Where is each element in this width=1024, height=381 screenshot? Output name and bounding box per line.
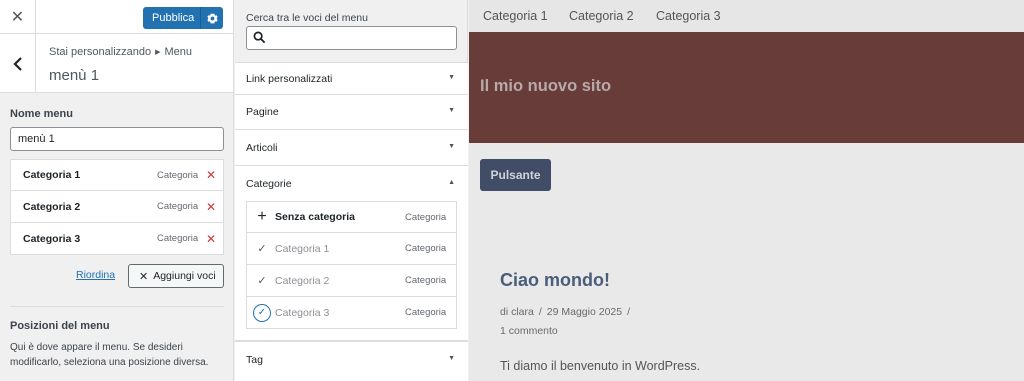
post-excerpt: Ti diamo il benvenuto in WordPress. — [500, 359, 701, 373]
publish-label: Pubblica — [152, 12, 195, 24]
section-posts[interactable]: Articoli ▼ — [235, 129, 468, 165]
available-items-panel: Cerca tra le voci del menu Link personal… — [235, 0, 468, 381]
customizer-sidebar: ✕ Pubblica Stai personalizzando ▶ Menu men… — [0, 0, 234, 381]
menu-item-title: Categoria 2 — [23, 200, 81, 213]
available-item[interactable]: ✓ Categoria 1 Categoria — [246, 233, 457, 265]
site-title[interactable]: Il mio nuovo sito — [480, 77, 611, 96]
menu-item-title: Categoria 3 — [23, 232, 81, 245]
separator: / — [538, 306, 542, 318]
menu-item-type: Categoria — [157, 233, 199, 244]
breadcrumb-section: Menu — [164, 46, 193, 58]
caret-down-icon: ▼ — [448, 143, 455, 150]
section-pages[interactable]: Pagine ▼ — [235, 94, 468, 129]
section-tags[interactable]: Tag ▼ — [235, 341, 468, 381]
remove-icon[interactable]: ✕ — [206, 232, 216, 246]
available-item-type: Categoria — [405, 275, 447, 286]
customizer-header: ✕ Pubblica — [0, 0, 233, 34]
caret-right-icon: ▶ — [155, 49, 161, 56]
section-custom-links[interactable]: Link personalizzati ▼ — [235, 62, 468, 94]
close-icon[interactable]: ✕ — [0, 0, 36, 34]
caret-down-icon: ▼ — [448, 355, 455, 362]
checkmark-icon: ✓ — [257, 275, 267, 287]
section-title: Articoli — [246, 142, 278, 154]
plus-icon: + — [257, 208, 267, 225]
menu-name-label: Nome menu — [10, 108, 73, 120]
menu-name-input[interactable] — [10, 127, 224, 151]
menu-item-type: Categoria — [157, 169, 199, 181]
available-item-title: Categoria 1 — [275, 242, 330, 255]
caret-up-icon[interactable]: ▲ — [448, 179, 455, 186]
checkmark-circle-icon: ✓ — [253, 303, 271, 322]
section-title[interactable]: Categorie — [246, 178, 292, 190]
section-title: Tag — [246, 354, 263, 366]
remove-icon[interactable]: ✕ — [206, 200, 216, 214]
publish-button[interactable]: Pubblica — [143, 7, 223, 29]
caret-down-icon: ▼ — [448, 74, 455, 81]
close-icon: ✕ — [139, 270, 149, 283]
search-input[interactable] — [246, 26, 457, 50]
post-date[interactable]: 29 Maggio 2025 — [547, 306, 622, 318]
available-item-title: Senza categoria — [275, 211, 355, 223]
section-title: Link personalizzati — [246, 73, 333, 85]
nav-link[interactable]: Categoria 3 — [656, 9, 721, 23]
available-item-type: Categoria — [405, 243, 447, 254]
post-comments-link[interactable]: 1 commento — [500, 325, 558, 337]
panel-header: Stai personalizzando ▶ Menu menù 1 — [0, 34, 233, 93]
menu-item[interactable]: Categoria 2 Categoria ✕ — [10, 191, 224, 223]
breadcrumb-prefix: Stai personalizzando — [49, 46, 152, 58]
add-items-label: Aggiungi voci — [153, 270, 216, 282]
panel-title: menù 1 — [49, 67, 100, 84]
menu-item-type: Categoria — [157, 201, 199, 212]
available-item[interactable]: ✓ Categoria 3 Categoria — [246, 297, 457, 329]
site-preview: Categoria 1 Categoria 2 Categoria 3 Il m… — [469, 0, 1024, 381]
remove-icon[interactable]: ✕ — [206, 168, 216, 182]
post-meta: di clara / 29 Maggio 2025 / — [500, 306, 635, 318]
menu-locations-title: Posizioni del menu — [10, 320, 110, 332]
nav-link[interactable]: Categoria 2 — [569, 9, 634, 23]
breadcrumb: Stai personalizzando ▶ Menu — [49, 46, 192, 58]
gear-icon[interactable] — [200, 7, 223, 29]
site-header-banner: Il mio nuovo sito — [469, 32, 1024, 143]
available-item[interactable]: ✓ Categoria 2 Categoria — [246, 265, 457, 297]
category-items-list: + Senza categoria Categoria ✓ Categoria … — [246, 201, 457, 329]
divider — [10, 306, 224, 307]
menu-item[interactable]: Categoria 1 Categoria ✕ — [10, 159, 224, 191]
available-item-title: Categoria 3 — [275, 306, 330, 319]
separator: / — [627, 306, 631, 318]
search-icon — [253, 31, 266, 47]
caret-down-icon: ▼ — [448, 107, 455, 114]
available-item-type: Categoria — [405, 211, 447, 223]
available-item-type: Categoria — [405, 307, 447, 318]
site-navigation: Categoria 1 Categoria 2 Categoria 3 — [469, 0, 1024, 32]
cta-button[interactable]: Pulsante — [480, 159, 551, 191]
nav-link[interactable]: Categoria 1 — [483, 9, 548, 23]
menu-item[interactable]: Categoria 3 Categoria ✕ — [10, 223, 224, 255]
available-item-title: Categoria 2 — [275, 274, 330, 287]
section-title: Pagine — [246, 106, 279, 118]
add-items-button[interactable]: ✕ Aggiungi voci — [128, 264, 224, 288]
menu-items-list: Categoria 1 Categoria ✕ Categoria 2 Cate… — [10, 159, 224, 255]
menu-item-title: Categoria 1 — [23, 169, 81, 181]
menu-locations-description: Qui è dove appare il menu. Se desideri m… — [10, 342, 209, 368]
available-item[interactable]: + Senza categoria Categoria — [246, 201, 457, 233]
chevron-left-icon[interactable] — [0, 34, 36, 93]
search-label: Cerca tra le voci del menu — [246, 12, 368, 24]
post-author[interactable]: di clara — [500, 306, 534, 318]
reorder-link[interactable]: Riordina — [76, 269, 115, 281]
checkmark-icon: ✓ — [257, 243, 267, 255]
post-title[interactable]: Ciao mondo! — [500, 270, 610, 291]
